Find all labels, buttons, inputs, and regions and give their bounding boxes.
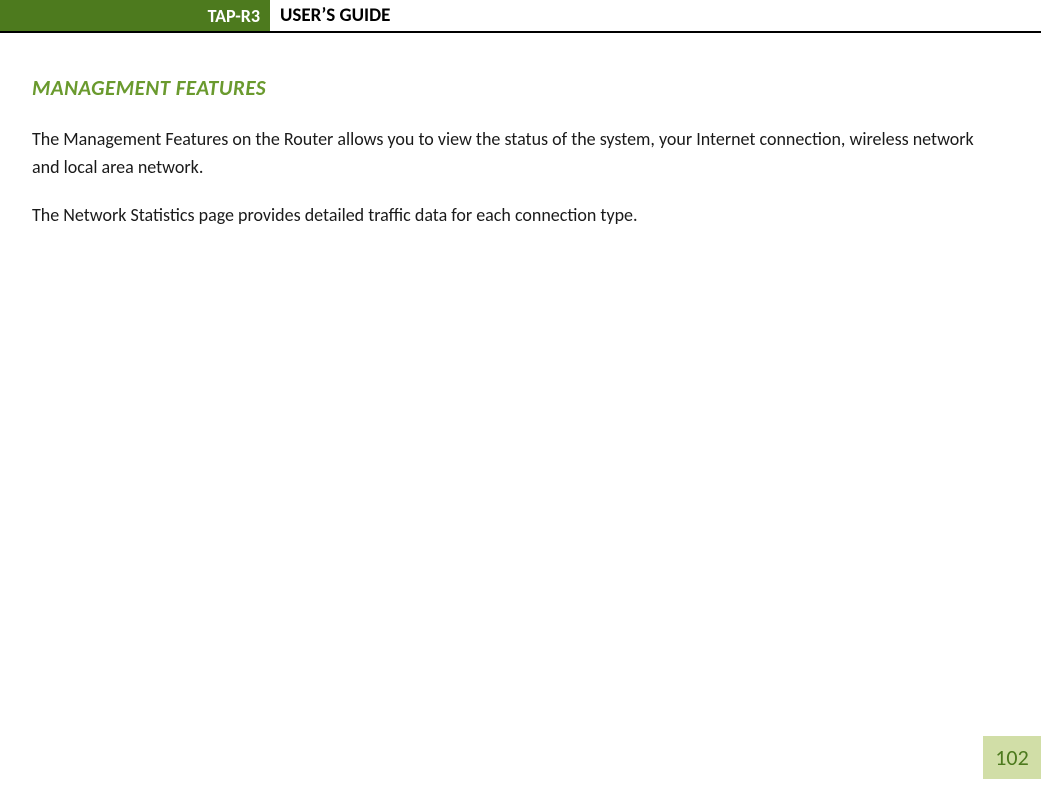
paragraph-statistics: The Network Statistics page provides det… [32,202,981,230]
section-heading: MANAGEMENT FEATURES [32,75,981,101]
page-header: TAP-R3 USER’S GUIDE [0,0,1041,33]
product-badge: TAP-R3 [0,0,270,31]
page-content: MANAGEMENT FEATURES The Management Featu… [0,75,1041,230]
page-number: 102 [983,736,1041,779]
paragraph-intro: The Management Features on the Router al… [32,126,981,182]
document-title: USER’S GUIDE [270,0,390,31]
